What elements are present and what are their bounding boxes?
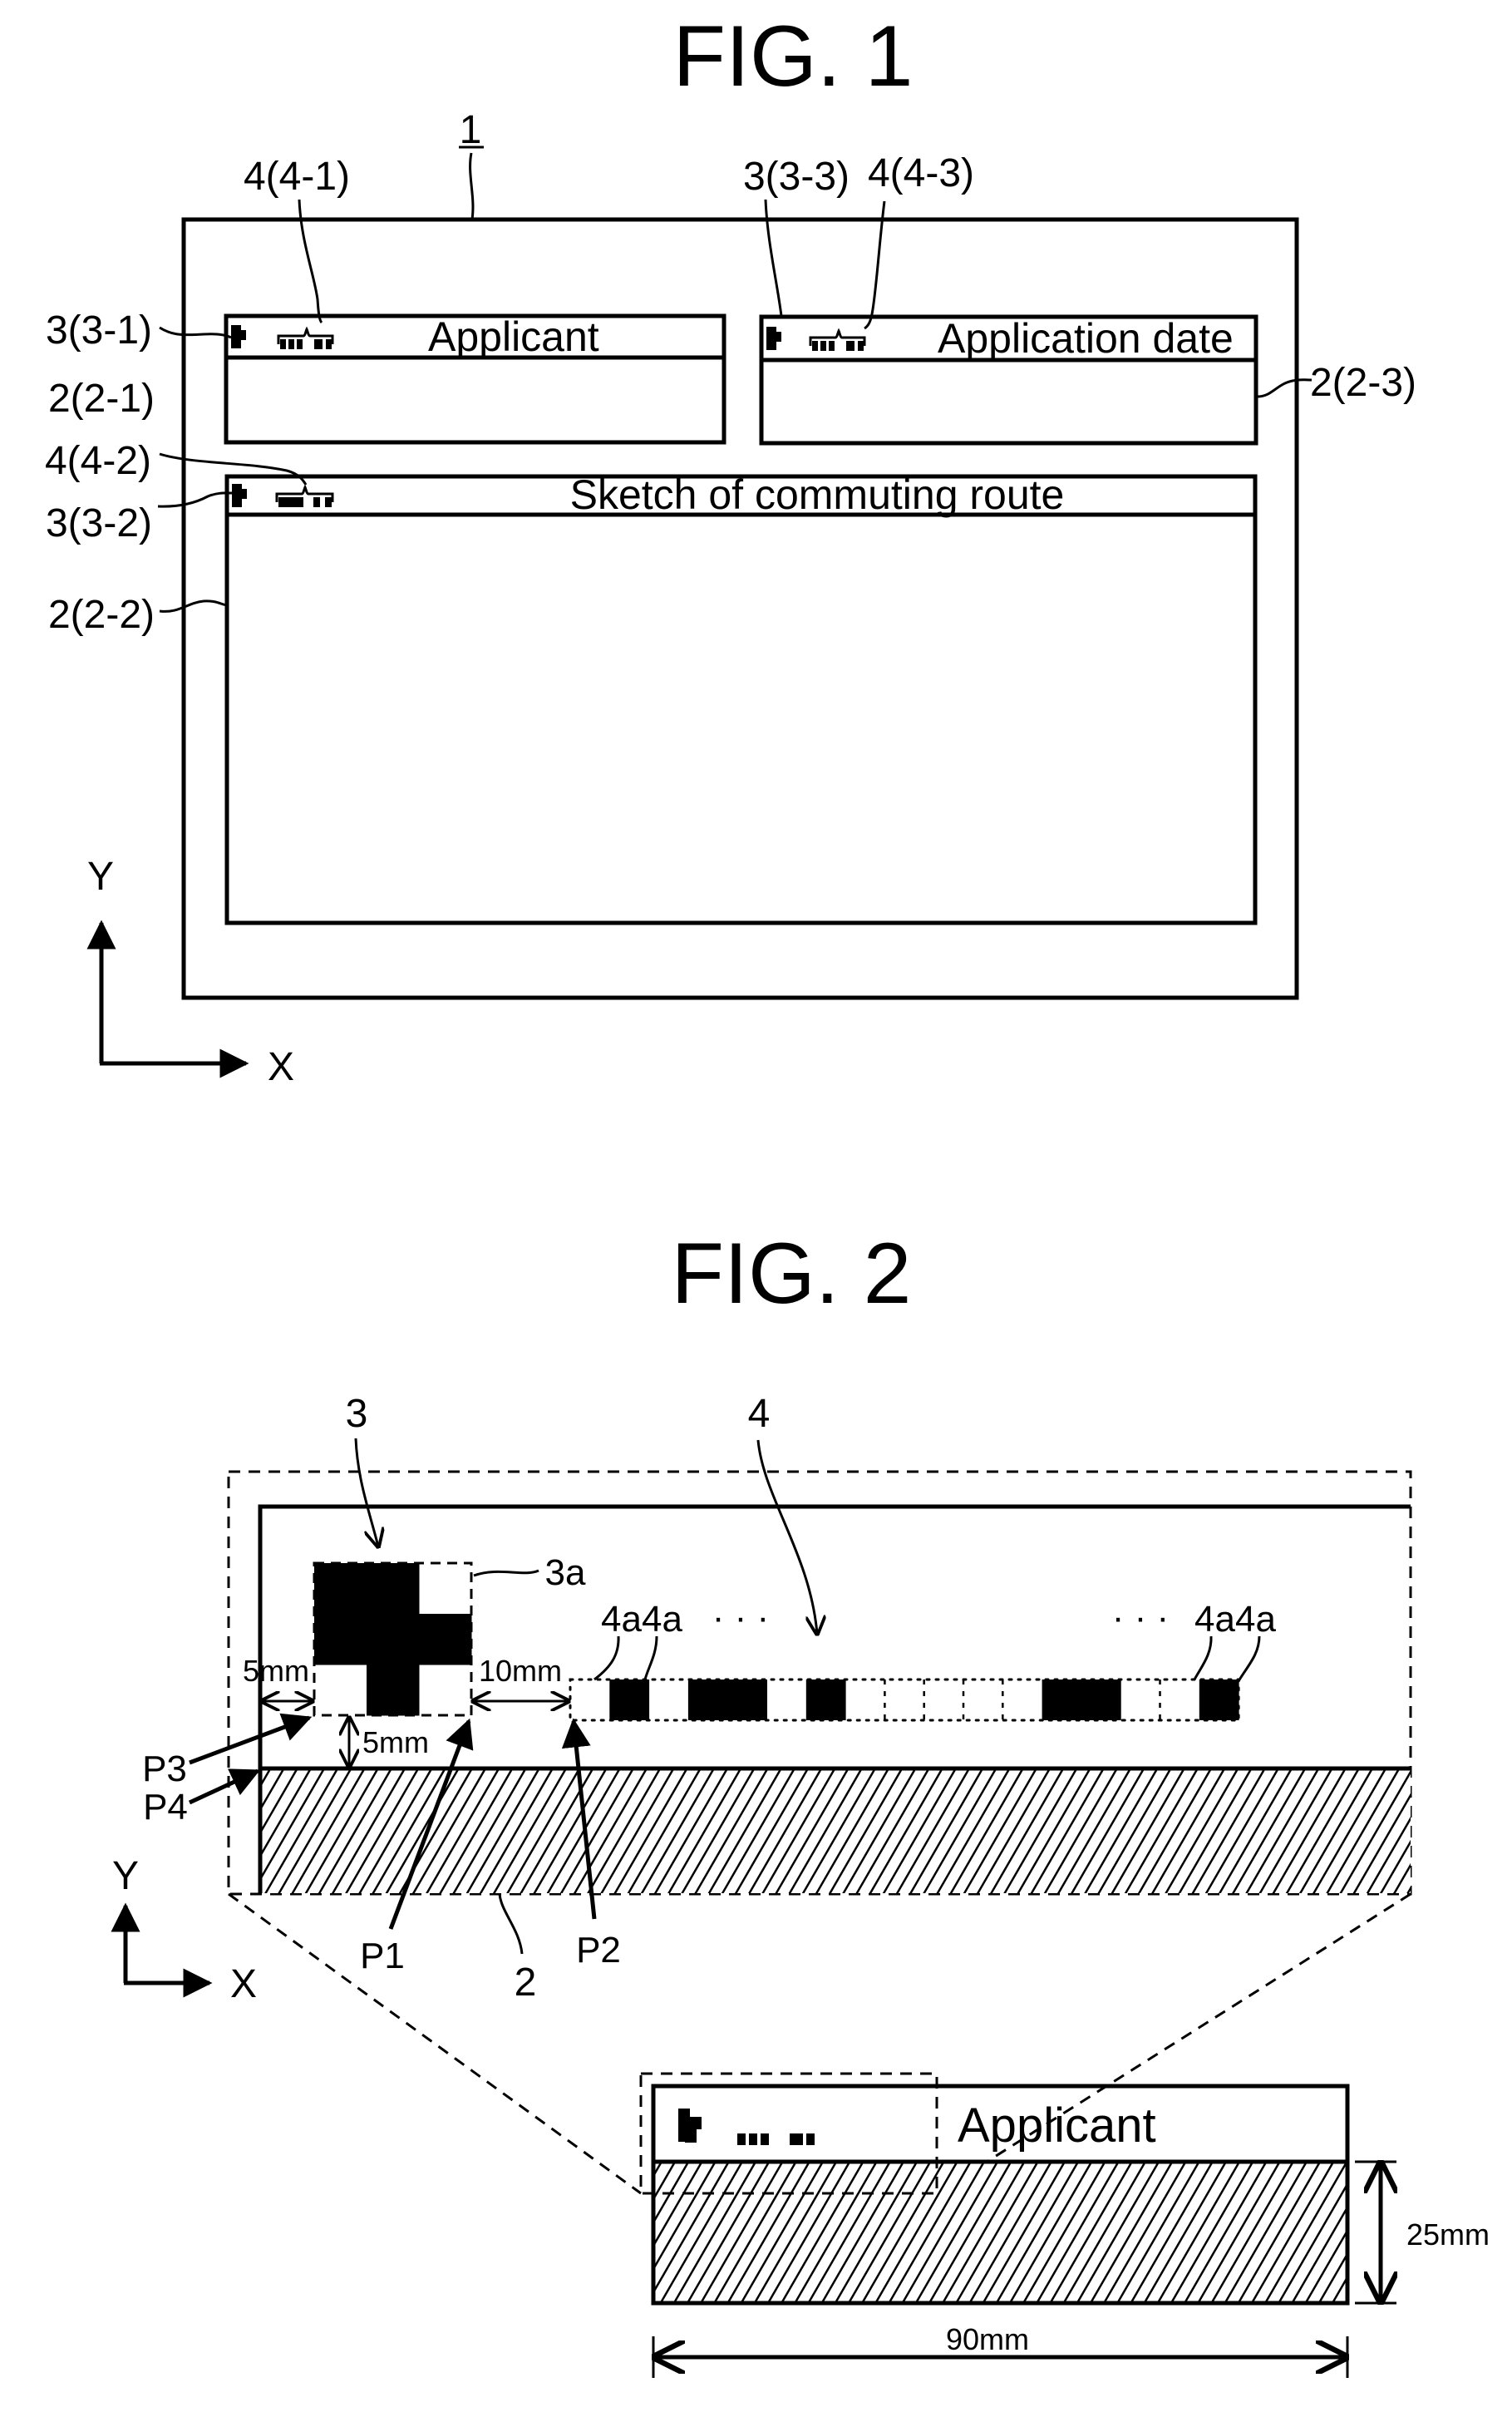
dim-field-width: 90mm xyxy=(946,2322,1029,2356)
ref-field-2-2: 2(2-2) xyxy=(48,593,155,637)
field-applicant-label: Applicant xyxy=(428,313,599,360)
code-cell-filled xyxy=(1042,1680,1082,1720)
ref-code-4-1: 4(4-1) xyxy=(244,155,350,199)
actual-size-entry-area xyxy=(653,2162,1347,2303)
ref-field-2-3: 2(2-3) xyxy=(1310,361,1416,405)
field-commuting-route-frame xyxy=(224,474,1258,925)
code-cell-filled xyxy=(1081,1680,1121,1720)
mark-cell-filled xyxy=(314,1563,367,1615)
coordinate-axes-2: Y X xyxy=(111,1854,257,2006)
x-axis-label: X xyxy=(268,1045,294,1089)
mark-cell-filled xyxy=(314,1614,367,1665)
actual-size-field-label: Applicant xyxy=(958,2099,1156,2153)
ref-mark-3-3: 3(3-3) xyxy=(743,155,850,199)
ref-code-cell-leader xyxy=(593,1635,620,1681)
code-cell-filled xyxy=(609,1680,650,1720)
ref-field-2-leader xyxy=(498,1893,524,1955)
ref-code-4-3: 4(4-3) xyxy=(868,151,974,195)
ref-mark-3-2: 3(3-2) xyxy=(46,501,152,545)
code-cell-filled xyxy=(687,1680,728,1720)
sheet-reference-leader xyxy=(469,152,475,220)
patent-drawing-sheet: FIG. 1 1 Applicant Application date Sket… xyxy=(45,8,1490,2378)
x-axis-label-2: X xyxy=(230,1962,257,2006)
code-strip-outline xyxy=(569,1678,1240,1722)
ref-code-cell-leader xyxy=(1237,1635,1261,1682)
ref-code-cells-left: 4a4a xyxy=(601,1599,682,1640)
field-entry-area xyxy=(260,1768,1411,1893)
figure-1-title: FIG. 1 xyxy=(673,8,914,105)
dim-mark-bottom-margin: 5mm xyxy=(362,1725,429,1759)
code-cell-filled xyxy=(805,1680,846,1720)
mark-cell-filled xyxy=(367,1665,420,1716)
ref-mark-3-1: 3(3-1) xyxy=(46,308,152,353)
dim-field-height: 25mm xyxy=(1406,2217,1490,2252)
sheet-reference-label: 1 xyxy=(460,108,482,152)
code-cell-filled xyxy=(727,1680,767,1720)
point-p3-arrow xyxy=(189,1713,313,1765)
ref-code-cell-leader xyxy=(1193,1635,1213,1680)
registration-mark-icon xyxy=(678,2109,702,2143)
mark-cell-filled xyxy=(367,1614,420,1665)
dim-mark-left-margin: 5mm xyxy=(243,1654,309,1688)
y-axis-label-2: Y xyxy=(112,1854,139,1898)
dim-mark-to-code-gap: 10mm xyxy=(479,1654,562,1688)
field-applicant: Applicant xyxy=(224,313,726,445)
field-commuting-route: Sketch of commuting route xyxy=(224,471,1258,925)
ref-field-2: 2 xyxy=(515,1961,537,2005)
y-axis-label: Y xyxy=(87,855,114,899)
ref-mark-cell-3a-leader xyxy=(473,1569,539,1577)
field-commuting-route-label: Sketch of commuting route xyxy=(570,471,1065,518)
figure-2-title: FIG. 2 xyxy=(672,1226,912,1322)
ref-mark-cell-3a: 3a xyxy=(545,1552,586,1593)
ref-code-cells-right: 4a4a xyxy=(1194,1599,1276,1640)
actual-size-field: Applicant 25mm 90mm xyxy=(639,2072,1490,2378)
code-blocks-icon xyxy=(737,2133,815,2145)
ref-code-4: 4 xyxy=(748,1392,771,1436)
ref-mark-3: 3 xyxy=(346,1392,368,1436)
point-p4-arrow xyxy=(188,1768,261,1805)
code-cell-filled xyxy=(1199,1680,1239,1720)
mark-cell-filled xyxy=(367,1563,420,1615)
figure-1: FIG. 1 1 Applicant Application date Sket… xyxy=(45,8,1416,1089)
field-application-date-label: Application date xyxy=(938,315,1234,362)
ref-field-2-1: 2(2-1) xyxy=(48,377,155,421)
point-p3-label: P3 xyxy=(142,1749,187,1789)
field-application-date: Application date xyxy=(759,314,1258,446)
registration-mark-3 xyxy=(313,1561,473,1717)
point-p2-label: P2 xyxy=(576,1930,621,1971)
identification-code-4 xyxy=(569,1678,1240,1722)
figure-2: FIG. 2 3 4 3a 4a4a · · · · · · 4a4a 5mm xyxy=(111,1226,1490,2378)
ref-mark-3-leader xyxy=(354,1438,378,1546)
ellipsis-left: · · · xyxy=(712,1597,769,1638)
point-p1-label: P1 xyxy=(360,1936,405,1976)
mark-cell-filled xyxy=(419,1614,472,1665)
ellipsis-right: · · · xyxy=(1112,1597,1169,1638)
ref-code-cell-leader xyxy=(643,1635,658,1680)
point-p4-label: P4 xyxy=(143,1787,188,1827)
ref-code-4-2: 4(4-2) xyxy=(45,439,151,483)
